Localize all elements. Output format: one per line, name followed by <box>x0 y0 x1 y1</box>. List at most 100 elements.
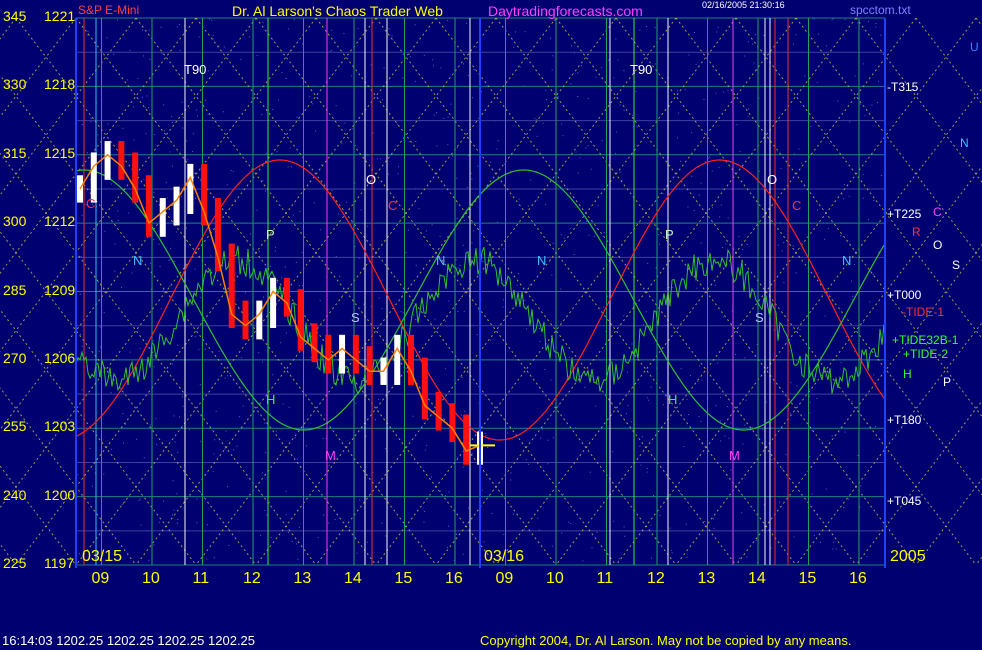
noise-dot <box>354 246 356 248</box>
noise-dot <box>359 499 361 501</box>
price-bar <box>463 414 470 465</box>
noise-dot <box>178 416 180 418</box>
noise-dot <box>456 217 458 219</box>
noise-dot <box>641 436 643 438</box>
noise-dot <box>700 182 702 184</box>
noise-dot <box>485 435 487 437</box>
noise-dot <box>77 474 79 476</box>
noise-dot <box>140 524 142 526</box>
noise-dot <box>284 266 286 268</box>
noise-dot <box>862 197 864 199</box>
noise-dot <box>456 147 458 149</box>
noise-dot <box>191 150 193 152</box>
noise-dot <box>568 356 570 358</box>
noise-dot <box>872 274 874 276</box>
noise-dot <box>182 405 184 407</box>
noise-dot <box>593 235 595 237</box>
x-hour-label: 15 <box>798 570 817 587</box>
noise-dot <box>623 110 625 112</box>
x-hour-label: 13 <box>697 570 716 587</box>
noise-dot <box>584 386 586 388</box>
noise-dot <box>446 20 448 22</box>
noise-dot <box>810 125 812 127</box>
noise-dot <box>727 217 729 219</box>
noise-dot <box>210 255 212 257</box>
noise-dot <box>312 103 314 105</box>
noise-dot <box>720 204 722 206</box>
noise-dot <box>741 511 743 513</box>
noise-dot <box>824 315 826 317</box>
noise-dot <box>226 184 228 186</box>
noise-dot <box>213 557 215 559</box>
noise-dot <box>712 207 714 209</box>
noise-dot <box>193 304 195 306</box>
noise-dot <box>551 69 553 71</box>
noise-dot <box>144 107 146 109</box>
copyright-text: Copyright 2004, Dr. Al Larson. May not b… <box>480 633 852 648</box>
noise-dot <box>689 375 691 377</box>
noise-dot <box>491 512 493 514</box>
chart-marker: H <box>266 392 276 407</box>
noise-dot <box>397 173 399 175</box>
noise-dot <box>164 130 166 132</box>
noise-dot <box>570 83 572 85</box>
price-bar <box>201 163 208 226</box>
noise-dot <box>310 356 312 358</box>
noise-dot <box>206 558 208 560</box>
chart-marker: N <box>537 253 547 268</box>
noise-dot <box>734 354 736 356</box>
noise-dot <box>550 379 552 381</box>
noise-dot <box>330 29 332 31</box>
noise-dot <box>518 198 520 200</box>
noise-dot <box>107 123 109 125</box>
noise-dot <box>265 452 267 454</box>
price-bar <box>270 277 277 328</box>
noise-dot <box>820 541 822 543</box>
noise-dot <box>615 152 617 154</box>
chart-marker: N <box>436 253 446 268</box>
noise-dot <box>251 97 253 99</box>
noise-dot <box>137 77 139 79</box>
noise-dot <box>518 273 520 275</box>
noise-dot <box>480 91 482 93</box>
noise-dot <box>240 357 242 359</box>
noise-dot <box>276 282 278 284</box>
noise-dot <box>351 75 353 77</box>
price-bar <box>394 334 401 385</box>
noise-dot <box>547 463 549 465</box>
noise-dot <box>873 374 875 376</box>
noise-dot <box>169 285 171 287</box>
noise-dot <box>194 268 196 270</box>
right-label: +T045 <box>887 494 922 508</box>
noise-dot <box>447 143 449 145</box>
price-bar <box>159 198 166 237</box>
noise-dot <box>415 319 417 321</box>
noise-dot <box>412 415 414 417</box>
noise-dot <box>589 471 591 473</box>
noise-dot <box>623 526 625 528</box>
noise-dot <box>270 413 272 415</box>
noise-dot <box>365 435 367 437</box>
noise-dot <box>334 518 336 520</box>
noise-dot <box>748 108 750 110</box>
noise-dot <box>875 23 877 25</box>
noise-dot <box>676 137 678 139</box>
right-label: R <box>912 225 921 239</box>
noise-dot <box>744 357 746 359</box>
noise-dot <box>539 340 541 342</box>
noise-dot <box>186 140 188 142</box>
noise-dot <box>724 435 726 437</box>
noise-dot <box>122 503 124 505</box>
noise-dot <box>612 451 614 453</box>
noise-dot <box>186 227 188 229</box>
noise-dot <box>317 537 319 539</box>
noise-dot <box>752 43 754 45</box>
noise-dot <box>142 29 144 31</box>
noise-dot <box>703 98 705 100</box>
noise-dot <box>514 31 516 33</box>
noise-dot <box>207 70 209 72</box>
noise-dot <box>460 414 462 416</box>
noise-dot <box>840 234 842 236</box>
noise-dot <box>415 141 417 143</box>
noise-dot <box>779 501 781 503</box>
